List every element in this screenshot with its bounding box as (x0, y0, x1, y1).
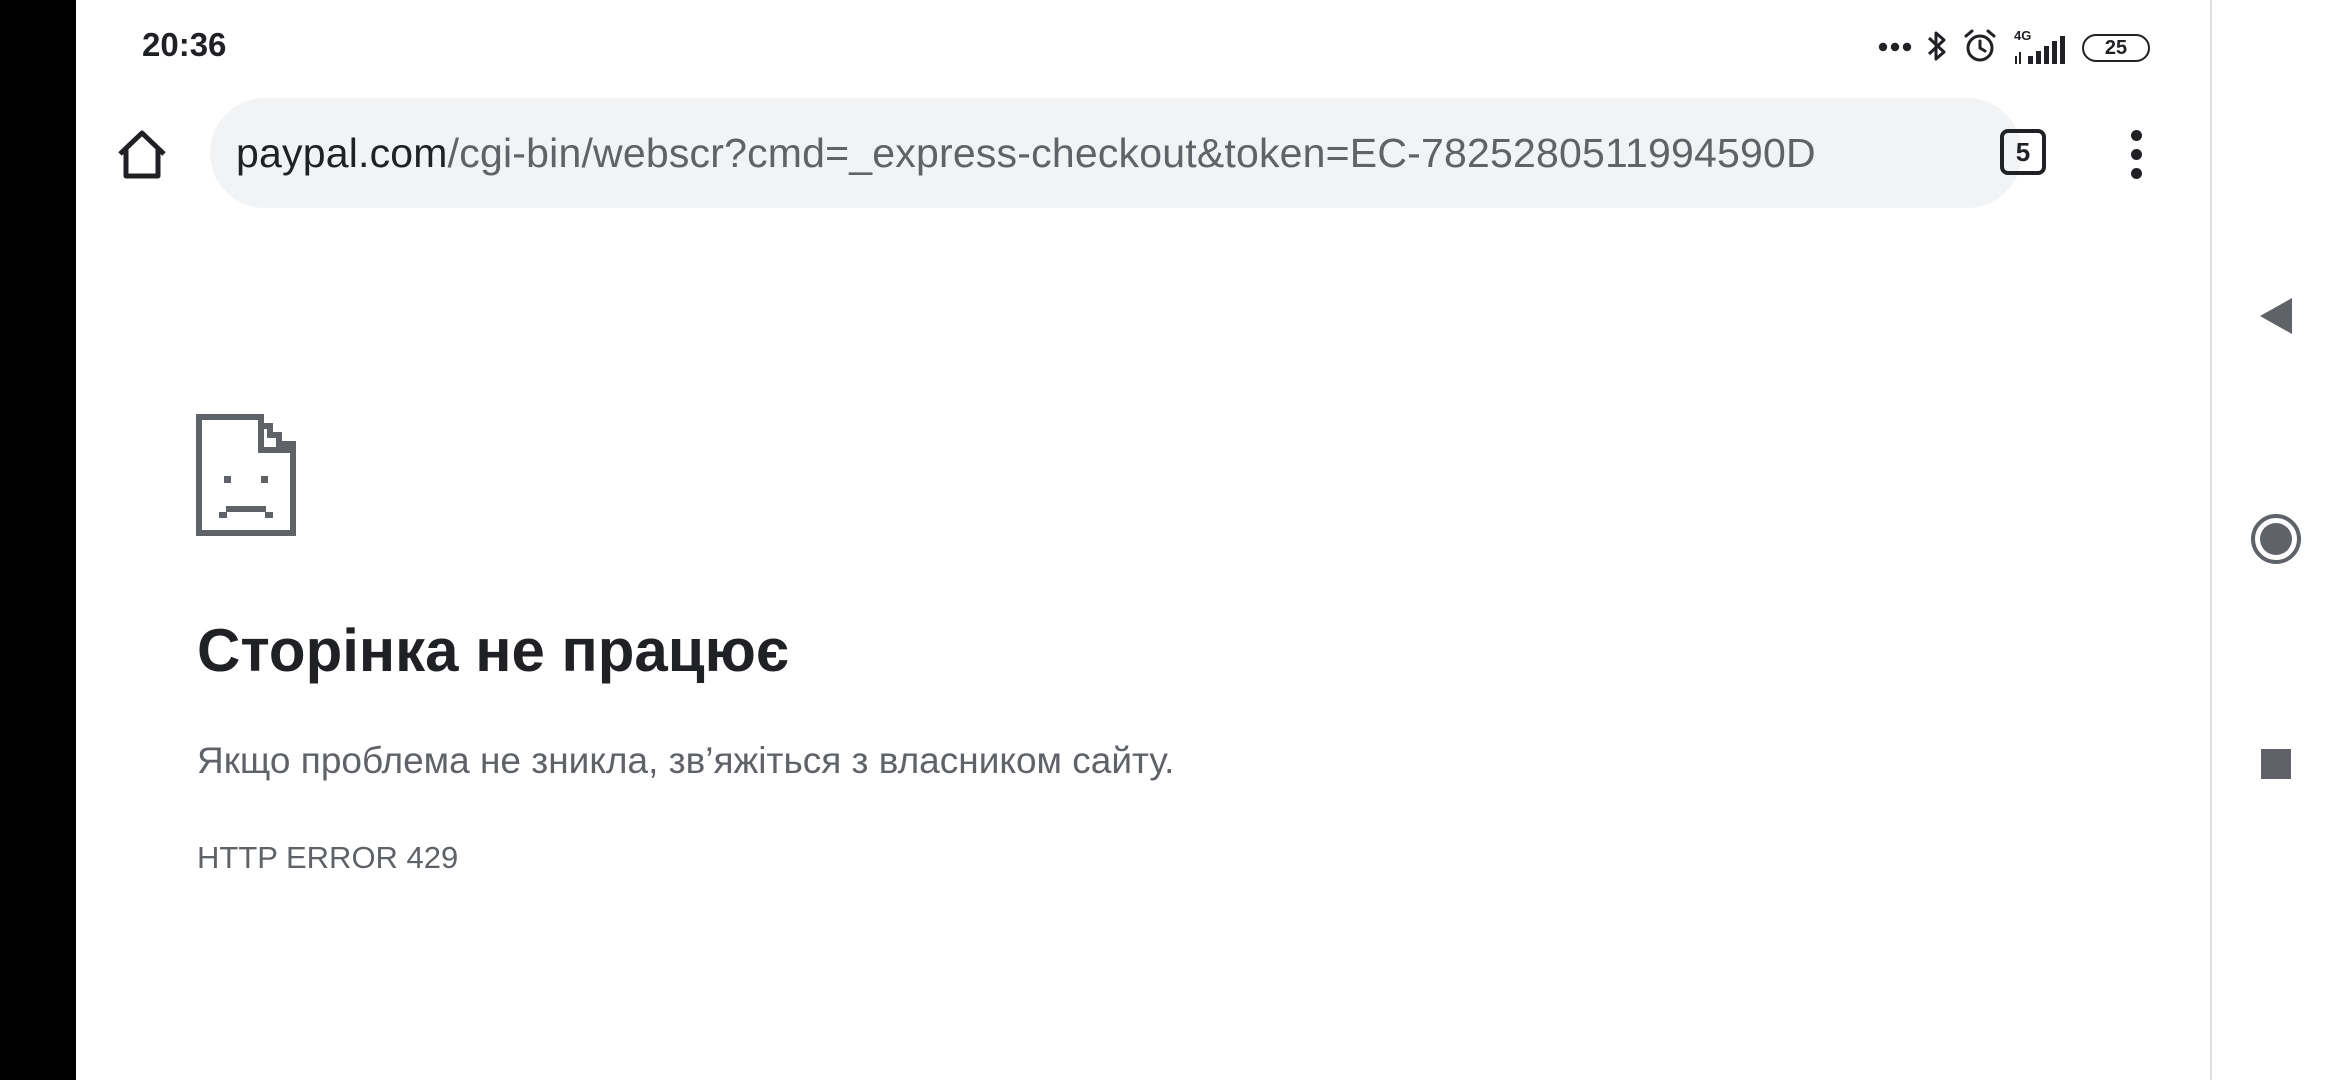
tab-count: 5 (2015, 136, 2031, 167)
home-circle-icon (2251, 514, 2301, 564)
recents-icon (2261, 749, 2291, 779)
status-time: 20:36 (142, 26, 227, 63)
overflow-menu-dot (2130, 167, 2142, 179)
tab-switcher-icon: 5 (2000, 129, 2046, 175)
overflow-menu-dot (2130, 148, 2142, 160)
overflow-menu-button[interactable] (2106, 122, 2166, 186)
left-black-bar (0, 0, 76, 1080)
home-icon (118, 130, 166, 179)
error-code: HTTP ERROR 429 (197, 840, 459, 875)
back-button[interactable] (2246, 286, 2306, 346)
sad-page-icon (196, 414, 296, 536)
signal-icon: 4G (2012, 28, 2068, 66)
home-nav-button[interactable] (2246, 509, 2306, 569)
home-button[interactable] (110, 122, 174, 186)
navigation-bar (2212, 0, 2340, 1080)
browser-toolbar: paypal.com/cgi-bin/webscr?cmd=_express-c… (76, 96, 2210, 212)
recents-button[interactable] (2246, 734, 2306, 794)
more-dots-icon (1878, 39, 1912, 57)
url-host: paypal.com (236, 129, 448, 176)
alarm-icon (1962, 28, 1998, 69)
overflow-menu-icon (2130, 129, 2142, 141)
address-bar[interactable]: paypal.com/cgi-bin/webscr?cmd=_express-c… (210, 98, 2022, 208)
status-bar: 20:36 4G 25 (76, 0, 2210, 96)
back-icon (2260, 298, 2292, 334)
error-title: Сторінка не працює (197, 617, 790, 684)
battery-level: 25 (2104, 36, 2128, 59)
page-content: Сторінка не працює Якщо проблема не зник… (76, 212, 2210, 1080)
error-description: Якщо проблема не зникла, зв’яжіться з вл… (197, 740, 1175, 781)
bluetooth-icon (1926, 28, 1948, 69)
battery-icon: 25 (2082, 34, 2150, 62)
url-path: /cgi-bin/webscr?cmd=_express-checkout&to… (447, 129, 1816, 176)
phone-screen: 20:36 4G 25 paypal.com /cgi-bin/webscr?c… (0, 0, 2340, 1080)
status-icons: 4G 25 (1878, 26, 2150, 70)
tab-switcher-button[interactable]: 5 (1996, 125, 2050, 179)
